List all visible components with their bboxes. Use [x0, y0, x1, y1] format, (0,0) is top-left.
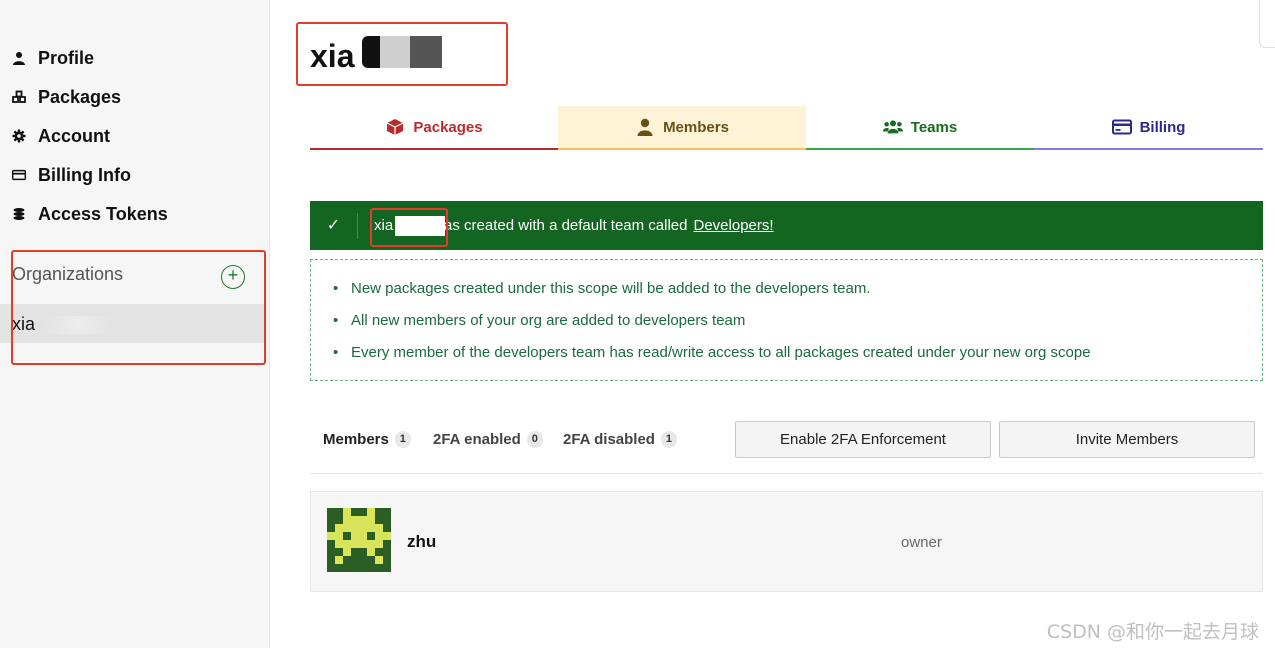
sidebar-item-label: Packages	[38, 86, 122, 107]
sidebar-item-label: Profile	[38, 47, 95, 68]
enable-2fa-enforcement-button[interactable]: Enable 2FA Enforcement	[735, 421, 991, 458]
check-icon: ✓	[310, 212, 358, 239]
tab-packages[interactable]: Packages	[310, 106, 558, 150]
tab-label: Members	[663, 118, 729, 136]
filter-members[interactable]: Members 1	[323, 431, 411, 448]
member-row[interactable]: zhu owner	[310, 491, 1263, 592]
info-item: All new members of your org are added to…	[333, 310, 1262, 342]
highlight-box	[296, 22, 508, 86]
sidebar-item-billing-info[interactable]: Billing Info	[10, 162, 131, 188]
developers-team-link[interactable]: Developers!	[694, 217, 774, 234]
sidebar-item-label: Access Tokens	[38, 203, 168, 224]
tab-label: Teams	[910, 118, 958, 136]
avatar	[327, 508, 391, 572]
user-icon	[10, 49, 28, 67]
count-badge: 1	[660, 431, 677, 448]
sidebar-item-label: Account	[38, 125, 110, 146]
package-box-icon	[385, 118, 405, 136]
info-item: New packages created under this scope wi…	[333, 278, 1262, 310]
banner-message: was created with a default team called	[433, 217, 688, 234]
tab-teams[interactable]: Teams	[806, 106, 1034, 150]
filter-label: 2FA enabled	[433, 431, 521, 448]
highlight-box	[11, 250, 266, 365]
sidebar-item-label: Billing Info	[38, 164, 131, 185]
count-badge: 0	[526, 431, 543, 448]
info-item: Every member of the developers team has …	[333, 342, 1262, 374]
watermark: CSDN @和你一起去月球	[1046, 621, 1259, 643]
packages-icon	[10, 88, 28, 106]
sidebar-item-profile[interactable]: Profile	[10, 45, 94, 71]
teams-icon	[882, 118, 903, 136]
filter-2fa-enabled[interactable]: 2FA enabled 0	[433, 431, 543, 448]
panel-edge	[1259, 0, 1275, 48]
filter-label: Members	[323, 431, 389, 448]
gear-icon	[10, 127, 28, 145]
org-tabs: Packages Members Teams Billing	[310, 106, 1263, 150]
count-badge: 1	[394, 431, 411, 448]
member-role: owner	[901, 534, 942, 551]
member-icon	[635, 118, 655, 136]
org-info-box: New packages created under this scope wi…	[310, 259, 1263, 381]
sidebar-item-access-tokens[interactable]: Access Tokens	[10, 201, 168, 227]
filter-label: 2FA disabled	[563, 431, 655, 448]
invite-members-button[interactable]: Invite Members	[999, 421, 1255, 458]
filter-2fa-disabled[interactable]: 2FA disabled 1	[563, 431, 677, 448]
billing-card-icon	[1111, 118, 1132, 136]
sidebar-item-account[interactable]: Account	[10, 123, 110, 149]
tab-billing[interactable]: Billing	[1034, 106, 1263, 150]
tokens-icon	[10, 205, 28, 223]
tab-members[interactable]: Members	[558, 106, 806, 150]
member-name[interactable]: zhu	[407, 532, 436, 552]
credit-card-icon	[10, 166, 28, 184]
tab-label: Packages	[413, 118, 483, 136]
sidebar-item-packages[interactable]: Packages	[10, 84, 121, 110]
tab-label: Billing	[1139, 118, 1186, 136]
success-banner: ✓ xia was created with a default team ca…	[310, 201, 1263, 250]
highlight-box	[370, 208, 448, 247]
